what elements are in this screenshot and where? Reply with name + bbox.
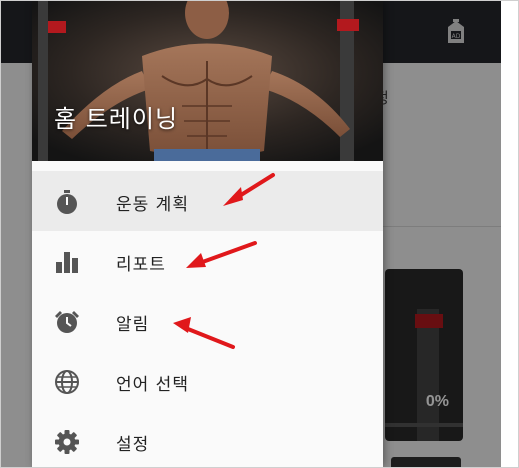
menu-item-report[interactable]: 리포트 — [32, 231, 383, 291]
menu-item-label: 알림 — [116, 315, 150, 335]
menu-item-label: 운동 계획 — [116, 195, 189, 215]
menu-item-label: 리포트 — [116, 255, 166, 275]
stopwatch-icon — [57, 190, 77, 214]
menu-item-workout-plan[interactable]: 운동 계획 — [32, 171, 383, 231]
drawer-header: 홈 트레이닝 — [32, 1, 383, 161]
menu-item-label: 설정 — [116, 435, 150, 455]
drawer-menu: 운동 계획 리포트 알림 언어 선택 설정 — [32, 171, 383, 467]
globe-icon — [55, 370, 79, 394]
alarm-clock-icon — [55, 311, 79, 333]
menu-item-alarm[interactable]: 알림 — [32, 291, 383, 351]
bar-chart-icon — [56, 252, 78, 273]
menu-item-language[interactable]: 언어 선택 — [32, 351, 383, 411]
drawer-title: 홈 트레이닝 — [54, 105, 179, 133]
gear-icon — [55, 430, 79, 454]
menu-item-label: 언어 선택 — [116, 375, 189, 395]
screen-edge — [501, 1, 518, 467]
menu-item-settings[interactable]: 설정 — [32, 411, 383, 467]
screenshot-frame: AD 정 0% — [0, 0, 519, 468]
header-image — [32, 1, 383, 161]
navigation-drawer: 홈 트레이닝 운동 계획 리포트 알림 언어 선택 설정 — [32, 1, 383, 467]
